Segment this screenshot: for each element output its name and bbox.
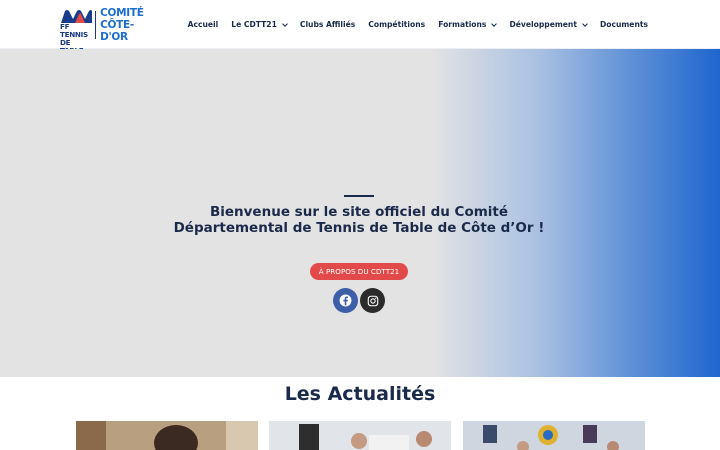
nav-item-label: Documents: [599, 20, 648, 29]
news-card[interactable]: [76, 421, 258, 450]
nav-item-formations[interactable]: Formations: [438, 20, 498, 29]
news-card[interactable]: [463, 421, 645, 450]
hero-section: Bienvenue sur le site officiel du Comité…: [0, 49, 720, 377]
news-section-title: Les Actualités: [284, 383, 436, 405]
hero-title: Bienvenue sur le site officiel du Comité…: [150, 204, 568, 236]
news-card-image: [76, 421, 258, 450]
chevron-down-icon: [582, 20, 588, 27]
site-logo[interactable]: FF TENNIS DE TABLE COMITÉ CÔTE-D'OR: [60, 7, 160, 55]
news-card[interactable]: [269, 421, 451, 450]
nav-item-label: Compétitions: [368, 20, 426, 29]
main-nav: Accueil Le CDTT21 Clubs Affiliés Compéti…: [175, 0, 648, 49]
nav-item-documents[interactable]: Documents: [600, 20, 648, 29]
logo-mark-line1: FF TENNIS: [60, 22, 88, 39]
logo-divider: [95, 11, 97, 39]
chevron-down-icon: [282, 20, 288, 27]
about-button[interactable]: À PROPOS DU CDTT21: [310, 263, 408, 280]
nav-item-label: Clubs Affiliés: [299, 20, 356, 29]
fftt-logo-mark: FF TENNIS DE TABLE: [60, 9, 92, 55]
facebook-icon: [339, 294, 352, 307]
news-card-image: [463, 421, 645, 450]
hero-title-line2: Départemental de Tennis de Table de Côte…: [173, 220, 545, 236]
logo-title-line1: COMITÉ: [100, 7, 144, 19]
nav-item-developpement[interactable]: Développement: [509, 20, 588, 29]
news-card-image: [269, 421, 451, 450]
hero-divider: [344, 195, 374, 197]
nav-item-label: Formations: [438, 20, 487, 29]
nav-item-label: Accueil: [187, 20, 219, 29]
instagram-icon: [367, 295, 378, 306]
nav-item-competitions[interactable]: Compétitions: [368, 20, 425, 29]
hero-title-line1: Bienvenue sur le site officiel du Comité: [209, 204, 509, 220]
logo-title: COMITÉ CÔTE-D'OR: [100, 7, 160, 43]
instagram-button[interactable]: [360, 288, 385, 313]
nav-item-label: Le CDTT21: [231, 20, 277, 29]
nav-item-le-cdtt21[interactable]: Le CDTT21: [231, 20, 288, 29]
logo-title-line2: CÔTE-D'OR: [100, 19, 134, 43]
fftt-wave-icon: [61, 10, 92, 23]
site-header: FF TENNIS DE TABLE COMITÉ CÔTE-D'OR Accu…: [0, 0, 720, 55]
chevron-down-icon: [491, 20, 498, 27]
nav-item-accueil[interactable]: Accueil: [188, 20, 219, 29]
nav-item-label: Développement: [509, 20, 577, 29]
nav-item-clubs-affilies[interactable]: Clubs Affiliés: [300, 20, 355, 29]
facebook-button[interactable]: [333, 288, 358, 313]
